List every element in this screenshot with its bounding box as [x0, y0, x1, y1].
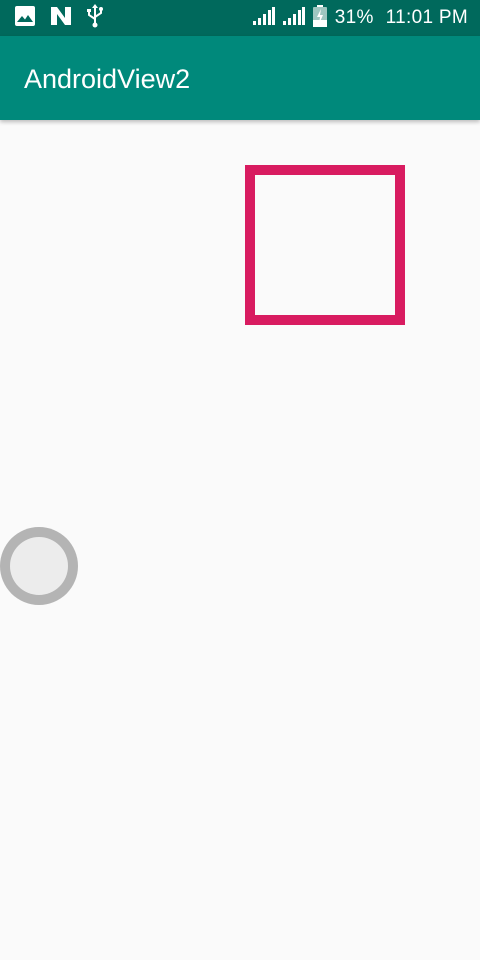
- notification-icons: [14, 3, 104, 33]
- clock: 11:01 PM: [385, 7, 468, 28]
- battery-charging-icon: [312, 4, 327, 32]
- battery-percentage: 31%: [334, 7, 374, 28]
- status-bar: 31% 11:01 PM: [0, 0, 480, 36]
- status-right: 31% 11:01 PM: [252, 4, 468, 32]
- image-icon: [14, 5, 36, 32]
- switch-thumb-inner: [10, 537, 68, 595]
- switch-thumb[interactable]: [0, 527, 78, 605]
- signal-icon: [252, 6, 275, 30]
- usb-icon: [86, 3, 104, 33]
- n-icon: [49, 5, 73, 32]
- pink-square-view: [245, 165, 405, 325]
- app-title: AndroidView2: [24, 64, 191, 94]
- signal-icon: [282, 6, 305, 30]
- content-area: [0, 120, 480, 960]
- app-bar: AndroidView2: [0, 36, 480, 120]
